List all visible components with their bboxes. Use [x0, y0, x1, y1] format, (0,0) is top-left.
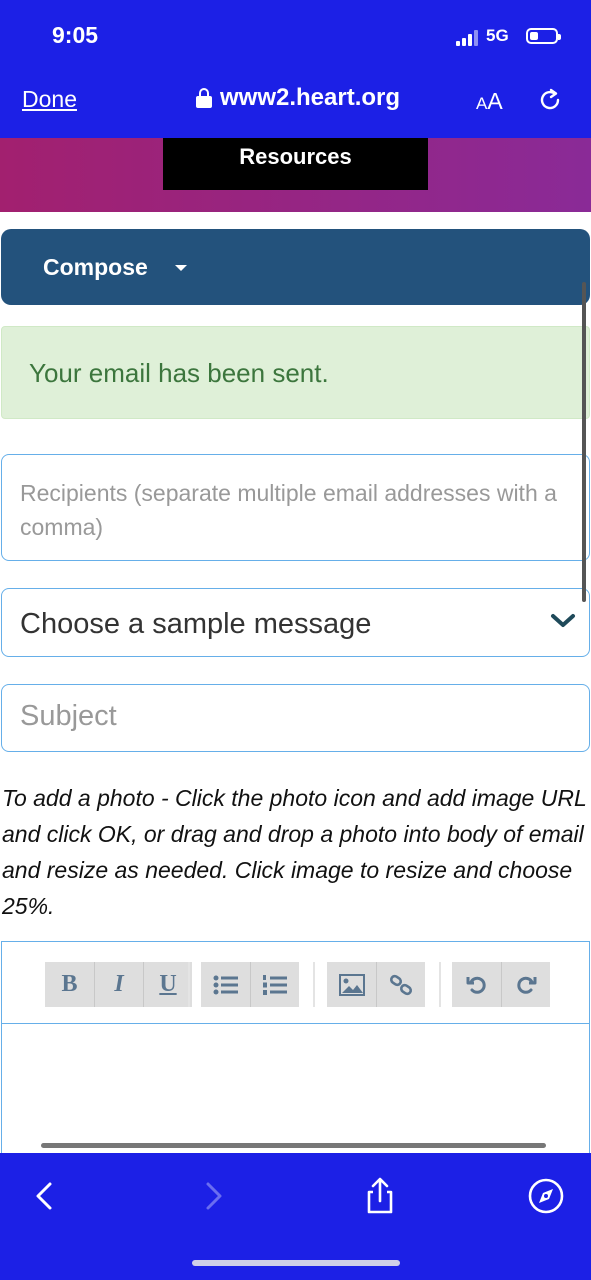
toolbar-separator: [439, 962, 441, 1007]
back-icon[interactable]: [24, 1176, 64, 1216]
toolbar-divider: [2, 1023, 589, 1024]
list-button-group: [201, 962, 299, 1007]
image-icon: [338, 973, 365, 996]
photo-instructions: To add a photo - Click the photo icon an…: [2, 785, 587, 919]
home-indicator: [192, 1260, 400, 1266]
toolbar-separator: [188, 962, 190, 1007]
resources-button[interactable]: Resources: [163, 138, 428, 190]
address-bar[interactable]: www2.heart.org: [196, 84, 400, 112]
insert-image-button[interactable]: [327, 962, 376, 1007]
recipients-placeholder: Recipients (separate multiple email addr…: [20, 480, 557, 540]
url-text: www2.heart.org: [220, 84, 401, 111]
numbered-list-button[interactable]: [250, 962, 299, 1007]
italic-button[interactable]: I: [94, 962, 143, 1007]
bold-button[interactable]: B: [45, 962, 94, 1007]
toolbar-separator: [313, 962, 315, 1007]
subject-placeholder: Subject: [20, 700, 117, 732]
text-size-small-label: A: [476, 94, 488, 113]
forward-icon[interactable]: [194, 1176, 234, 1216]
status-time: 9:05: [52, 22, 99, 48]
underline-button[interactable]: U: [143, 962, 192, 1007]
sample-message-value: Choose a sample message: [20, 608, 372, 640]
reload-icon[interactable]: [536, 86, 564, 114]
horizontal-scrollbar[interactable]: [41, 1143, 546, 1148]
format-button-group: B I U: [45, 962, 192, 1007]
text-size-big-label: A: [487, 88, 503, 114]
bullet-list-button[interactable]: [201, 962, 250, 1007]
vertical-scrollbar[interactable]: [582, 282, 586, 602]
link-icon: [389, 974, 413, 995]
insert-button-group: [327, 962, 425, 1007]
lock-icon: [196, 88, 212, 108]
redo-button[interactable]: [501, 962, 550, 1007]
undo-button[interactable]: [452, 962, 501, 1007]
compose-label: Compose: [43, 254, 148, 280]
redo-icon: [517, 976, 537, 994]
undo-icon: [466, 976, 486, 994]
chevron-down-icon: [551, 614, 575, 627]
alert-message: Your email has been sent.: [29, 358, 329, 388]
browser-top-bar: [0, 0, 591, 138]
network-label: 5G: [486, 26, 509, 45]
compass-icon[interactable]: [526, 1176, 566, 1216]
caret-down-icon: [175, 265, 187, 271]
done-button[interactable]: Done: [22, 86, 77, 113]
insert-link-button[interactable]: [376, 962, 425, 1007]
history-button-group: [452, 962, 550, 1007]
signal-icon: [456, 30, 480, 46]
numbered-list-icon: [263, 974, 287, 995]
share-icon[interactable]: [360, 1176, 400, 1216]
battery-icon: [526, 28, 561, 44]
bullet-list-icon: [213, 975, 238, 994]
text-size-button[interactable]: AA: [476, 88, 503, 115]
